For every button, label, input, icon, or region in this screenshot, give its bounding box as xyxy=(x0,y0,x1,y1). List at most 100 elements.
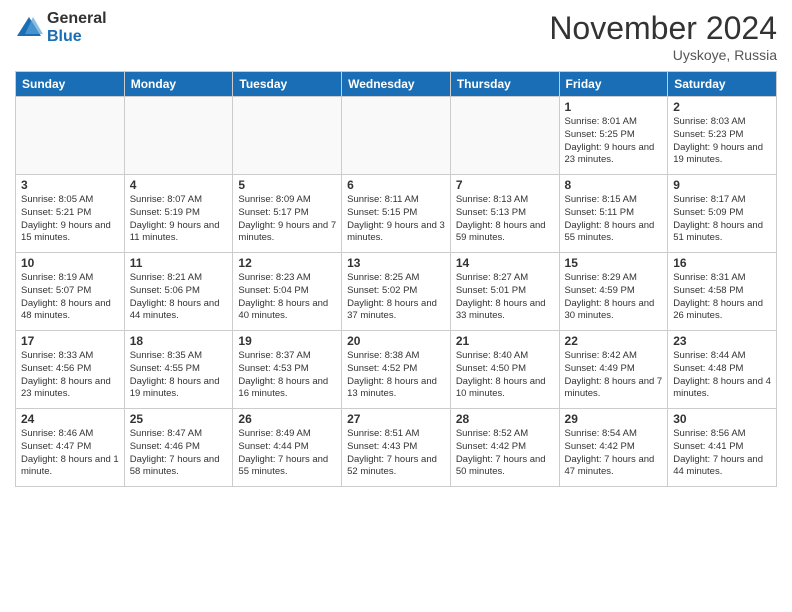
calendar-week-4: 17Sunrise: 8:33 AM Sunset: 4:56 PM Dayli… xyxy=(16,331,777,409)
calendar-header-thursday: Thursday xyxy=(450,72,559,97)
day-info: Sunrise: 8:44 AM Sunset: 4:48 PM Dayligh… xyxy=(673,350,771,401)
day-number: 28 xyxy=(456,412,554,426)
calendar-cell: 21Sunrise: 8:40 AM Sunset: 4:50 PM Dayli… xyxy=(450,331,559,409)
day-number: 10 xyxy=(21,256,119,270)
day-info: Sunrise: 8:38 AM Sunset: 4:52 PM Dayligh… xyxy=(347,350,445,401)
day-info: Sunrise: 8:23 AM Sunset: 5:04 PM Dayligh… xyxy=(238,272,336,323)
day-number: 30 xyxy=(673,412,771,426)
calendar-cell: 9 Sunrise: 8:17 AM Sunset: 5:09 PM Daylig… xyxy=(668,175,777,253)
calendar-cell: 14 Sunrise: 8:27 AM Sunset: 5:01 PM Dayli… xyxy=(450,253,559,331)
calendar-cell: 12 Sunrise: 8:23 AM Sunset: 5:04 PM Dayli… xyxy=(233,253,342,331)
day-number: 19 xyxy=(238,334,336,348)
calendar-cell: 15 Sunrise: 8:29 AM Sunset: 4:59 PM Dayli… xyxy=(559,253,668,331)
calendar-cell xyxy=(450,97,559,175)
calendar-cell: 4 Sunrise: 8:07 AM Sunset: 5:19 PM Daylig… xyxy=(124,175,233,253)
logo: General Blue xyxy=(15,10,107,46)
calendar-week-3: 10 Sunrise: 8:19 AM Sunset: 5:07 PM Dayli… xyxy=(16,253,777,331)
calendar-cell: 28 Sunrise: 8:52 AM Sunset: 4:42 PM Dayli… xyxy=(450,409,559,487)
page: General Blue November 2024 Uyskoye, Russ… xyxy=(0,0,792,612)
day-info: Sunrise: 8:29 AM Sunset: 4:59 PM Dayligh… xyxy=(565,272,663,323)
day-info: Sunrise: 8:05 AM Sunset: 5:21 PM Dayligh… xyxy=(21,194,119,245)
day-info: Sunrise: 8:15 AM Sunset: 5:11 PM Dayligh… xyxy=(565,194,663,245)
day-number: 27 xyxy=(347,412,445,426)
day-info: Sunrise: 8:03 AM Sunset: 5:23 PM Dayligh… xyxy=(673,116,771,167)
day-info: Sunrise: 8:37 AM Sunset: 4:53 PM Dayligh… xyxy=(238,350,336,401)
day-info: Sunrise: 8:17 AM Sunset: 5:09 PM Dayligh… xyxy=(673,194,771,245)
calendar-cell: 25 Sunrise: 8:47 AM Sunset: 4:46 PM Dayli… xyxy=(124,409,233,487)
day-info: Sunrise: 8:54 AM Sunset: 4:42 PM Dayligh… xyxy=(565,428,663,479)
day-number: 25 xyxy=(130,412,228,426)
logo-general-text: General xyxy=(47,10,107,28)
day-info: Sunrise: 8:21 AM Sunset: 5:06 PM Dayligh… xyxy=(130,272,228,323)
calendar-week-1: 1 Sunrise: 8:01 AM Sunset: 5:25 PM Daylig… xyxy=(16,97,777,175)
logo-icon xyxy=(15,14,43,42)
calendar-cell: 3 Sunrise: 8:05 AM Sunset: 5:21 PM Daylig… xyxy=(16,175,125,253)
day-info: Sunrise: 8:07 AM Sunset: 5:19 PM Dayligh… xyxy=(130,194,228,245)
day-number: 26 xyxy=(238,412,336,426)
day-number: 6 xyxy=(347,178,445,192)
calendar-cell: 20 Sunrise: 8:38 AM Sunset: 4:52 PM Dayli… xyxy=(342,331,451,409)
calendar-cell: 13 Sunrise: 8:25 AM Sunset: 5:02 PM Dayli… xyxy=(342,253,451,331)
calendar-header-row: SundayMondayTuesdayWednesdayThursdayFrid… xyxy=(16,72,777,97)
calendar-cell: 2Sunrise: 8:03 AM Sunset: 5:23 PM Daylig… xyxy=(668,97,777,175)
calendar-header-saturday: Saturday xyxy=(668,72,777,97)
day-info: Sunrise: 8:01 AM Sunset: 5:25 PM Dayligh… xyxy=(565,116,663,167)
day-number: 22 xyxy=(565,334,663,348)
calendar-header-friday: Friday xyxy=(559,72,668,97)
day-number: 15 xyxy=(565,256,663,270)
day-info: Sunrise: 8:35 AM Sunset: 4:55 PM Dayligh… xyxy=(130,350,228,401)
day-info: Sunrise: 8:47 AM Sunset: 4:46 PM Dayligh… xyxy=(130,428,228,479)
calendar-cell: 16Sunrise: 8:31 AM Sunset: 4:58 PM Dayli… xyxy=(668,253,777,331)
day-info: Sunrise: 8:52 AM Sunset: 4:42 PM Dayligh… xyxy=(456,428,554,479)
day-info: Sunrise: 8:13 AM Sunset: 5:13 PM Dayligh… xyxy=(456,194,554,245)
day-info: Sunrise: 8:19 AM Sunset: 5:07 PM Dayligh… xyxy=(21,272,119,323)
day-number: 5 xyxy=(238,178,336,192)
logo-blue-text: Blue xyxy=(47,28,107,46)
day-number: 20 xyxy=(347,334,445,348)
calendar-cell xyxy=(342,97,451,175)
calendar-week-2: 3 Sunrise: 8:05 AM Sunset: 5:21 PM Daylig… xyxy=(16,175,777,253)
day-number: 7 xyxy=(456,178,554,192)
calendar-header-monday: Monday xyxy=(124,72,233,97)
calendar-cell: 11 Sunrise: 8:21 AM Sunset: 5:06 PM Dayli… xyxy=(124,253,233,331)
title-block: November 2024 Uyskoye, Russia xyxy=(549,10,777,63)
day-number: 16 xyxy=(673,256,771,270)
day-number: 24 xyxy=(21,412,119,426)
day-info: Sunrise: 8:49 AM Sunset: 4:44 PM Dayligh… xyxy=(238,428,336,479)
header: General Blue November 2024 Uyskoye, Russ… xyxy=(15,10,777,63)
calendar-header-wednesday: Wednesday xyxy=(342,72,451,97)
day-number: 12 xyxy=(238,256,336,270)
calendar-cell: 27 Sunrise: 8:51 AM Sunset: 4:43 PM Dayli… xyxy=(342,409,451,487)
day-number: 3 xyxy=(21,178,119,192)
calendar-cell: 1 Sunrise: 8:01 AM Sunset: 5:25 PM Daylig… xyxy=(559,97,668,175)
calendar-cell: 6Sunrise: 8:11 AM Sunset: 5:15 PM Daylig… xyxy=(342,175,451,253)
day-info: Sunrise: 8:27 AM Sunset: 5:01 PM Dayligh… xyxy=(456,272,554,323)
calendar-cell: 17Sunrise: 8:33 AM Sunset: 4:56 PM Dayli… xyxy=(16,331,125,409)
day-number: 11 xyxy=(130,256,228,270)
calendar-cell: 29Sunrise: 8:54 AM Sunset: 4:42 PM Dayli… xyxy=(559,409,668,487)
day-info: Sunrise: 8:46 AM Sunset: 4:47 PM Dayligh… xyxy=(21,428,119,479)
calendar-header-tuesday: Tuesday xyxy=(233,72,342,97)
day-number: 4 xyxy=(130,178,228,192)
calendar-cell: 30Sunrise: 8:56 AM Sunset: 4:41 PM Dayli… xyxy=(668,409,777,487)
calendar-cell: 22 Sunrise: 8:42 AM Sunset: 4:49 PM Dayli… xyxy=(559,331,668,409)
calendar-cell: 18 Sunrise: 8:35 AM Sunset: 4:55 PM Dayli… xyxy=(124,331,233,409)
location: Uyskoye, Russia xyxy=(549,47,777,63)
calendar-cell: 8Sunrise: 8:15 AM Sunset: 5:11 PM Daylig… xyxy=(559,175,668,253)
day-number: 18 xyxy=(130,334,228,348)
calendar-cell: 10 Sunrise: 8:19 AM Sunset: 5:07 PM Dayli… xyxy=(16,253,125,331)
day-number: 13 xyxy=(347,256,445,270)
calendar-cell xyxy=(124,97,233,175)
day-info: Sunrise: 8:42 AM Sunset: 4:49 PM Dayligh… xyxy=(565,350,663,401)
day-info: Sunrise: 8:25 AM Sunset: 5:02 PM Dayligh… xyxy=(347,272,445,323)
day-number: 23 xyxy=(673,334,771,348)
calendar-cell: 26 Sunrise: 8:49 AM Sunset: 4:44 PM Dayli… xyxy=(233,409,342,487)
calendar-cell: 5 Sunrise: 8:09 AM Sunset: 5:17 PM Daylig… xyxy=(233,175,342,253)
month-title: November 2024 xyxy=(549,10,777,47)
day-info: Sunrise: 8:09 AM Sunset: 5:17 PM Dayligh… xyxy=(238,194,336,245)
calendar-cell: 19 Sunrise: 8:37 AM Sunset: 4:53 PM Dayli… xyxy=(233,331,342,409)
day-number: 14 xyxy=(456,256,554,270)
day-number: 1 xyxy=(565,100,663,114)
day-info: Sunrise: 8:51 AM Sunset: 4:43 PM Dayligh… xyxy=(347,428,445,479)
day-number: 9 xyxy=(673,178,771,192)
